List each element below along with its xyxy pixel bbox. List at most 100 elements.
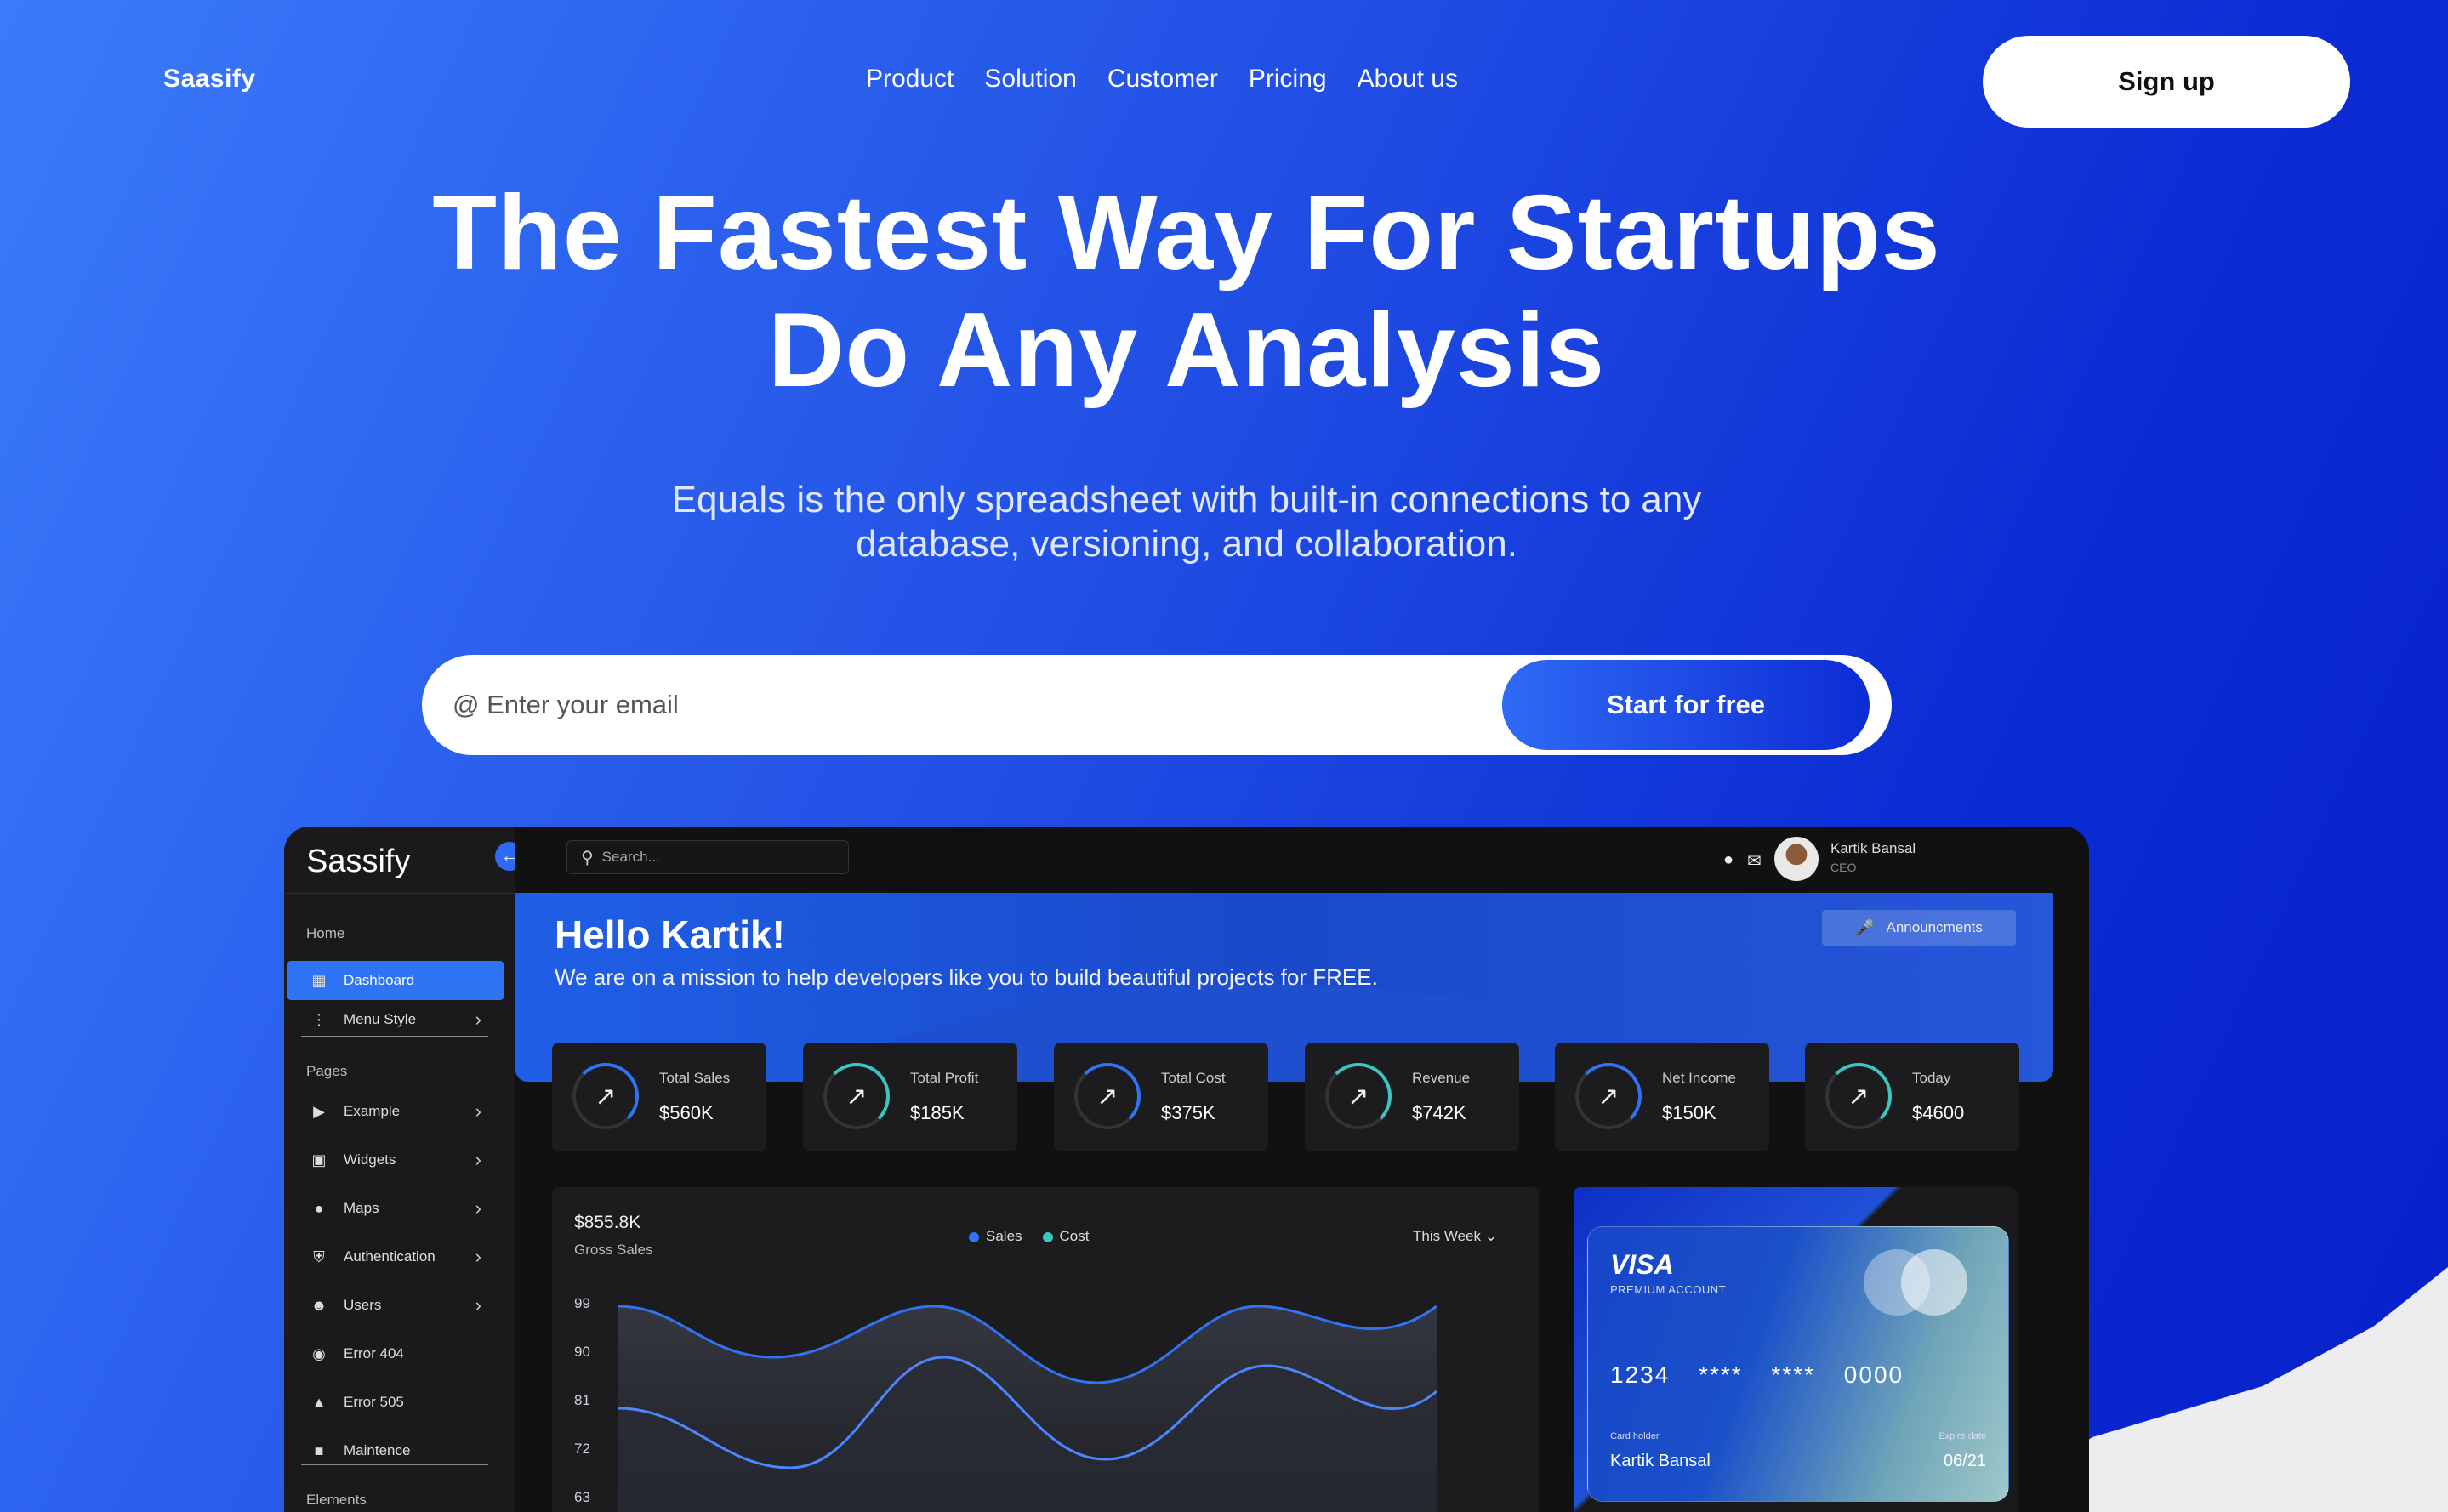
stat-card-total-cost[interactable]: ↗ Total Cost $375K <box>1054 1043 1268 1151</box>
brand-logo[interactable]: Saasify <box>163 65 256 94</box>
avatar[interactable] <box>1774 837 1819 881</box>
chevron-right-icon: › <box>475 1149 481 1170</box>
y-tick-label: 90 <box>574 1344 590 1360</box>
search-placeholder: Search... <box>601 849 660 865</box>
dashboard-sidebar: Sassify ← Home ▦ Dashboard ⋮ Menu Style … <box>284 827 524 1512</box>
sidebar-item-error-505[interactable]: ▲ Error 505 <box>287 1383 504 1422</box>
chevron-right-icon: › <box>475 1197 481 1219</box>
stat-label: Total Cost <box>1161 1070 1226 1086</box>
dashboard-topbar: ⚲ Search... ● ✉ Kartik Bansal CEO <box>515 827 2089 893</box>
sidebar-item-example[interactable]: ▶ Example › <box>287 1092 504 1131</box>
stat-card-net-income[interactable]: ↗ Net Income $150K <box>1555 1043 1769 1151</box>
users-icon: ☻ <box>310 1296 327 1314</box>
email-input[interactable] <box>453 690 1473 720</box>
sidebar-item-dashboard[interactable]: ▦ Dashboard <box>287 961 504 1000</box>
dashboard-logo[interactable]: Sassify <box>306 844 410 880</box>
bell-icon[interactable]: ● <box>1723 850 1734 870</box>
sidebar-item-label: Dashboard <box>344 972 415 988</box>
sidebar-item-label: Maintence <box>344 1442 411 1458</box>
user-name: Kartik Bansal <box>1830 840 1916 856</box>
error-icon: ◉ <box>312 1344 326 1362</box>
y-tick-label: 99 <box>574 1295 590 1311</box>
nav-link-pricing[interactable]: Pricing <box>1249 65 1327 94</box>
widget-icon: ▣ <box>311 1151 327 1168</box>
sidebar-divider <box>284 893 515 894</box>
stat-card-total-profit[interactable]: ↗ Total Profit $185K <box>803 1043 1017 1151</box>
sidebar-divider <box>301 1464 488 1465</box>
y-tick-label: 81 <box>574 1392 590 1408</box>
sidebar-item-label: Users <box>344 1297 382 1313</box>
stat-card-total-sales[interactable]: ↗ Total Sales $560K <box>552 1043 766 1151</box>
chevron-right-icon: › <box>475 1100 481 1122</box>
nav-link-solution[interactable]: Solution <box>984 65 1076 94</box>
visa-card[interactable]: VISA PREMIUM ACCOUNT 1234 **** **** 0000… <box>1587 1226 2009 1502</box>
stat-label: Today <box>1912 1070 1951 1086</box>
sidebar-item-label: Maps <box>344 1200 379 1216</box>
subhead-line-2: database, versioning, and collaboration. <box>856 523 1517 565</box>
stat-label: Total Sales <box>659 1070 731 1086</box>
stat-card-today[interactable]: ↗ Today $4600 <box>1805 1043 2019 1151</box>
card-circle-icon <box>1901 1249 1967 1316</box>
headline-line-1: The Fastest Way For Startups <box>432 174 1941 292</box>
sidebar-item-users[interactable]: ☻ Users › <box>287 1286 504 1325</box>
chevron-right-icon: › <box>475 1009 481 1030</box>
nav-link-product[interactable]: Product <box>866 65 954 94</box>
map-pin-icon: ● <box>314 1199 324 1217</box>
card-number: 1234 **** **** 0000 <box>1610 1361 1904 1388</box>
menu-style-icon: ⋮ <box>311 1010 327 1028</box>
sidebar-item-widgets[interactable]: ▣ Widgets › <box>287 1140 504 1179</box>
card-holder-label: Card holder <box>1610 1431 1660 1441</box>
subhead-line-1: Equals is the only spreadsheet with buil… <box>671 479 1702 520</box>
legend-label: Cost <box>1059 1228 1090 1244</box>
chevron-right-icon: › <box>475 1246 481 1267</box>
arrow-up-right-icon: ↗ <box>1575 1063 1642 1129</box>
card-expiry: 06/21 <box>1943 1452 1986 1470</box>
stat-label: Total Profit <box>910 1070 979 1086</box>
announcements-button[interactable]: 🎤 Announcments <box>1822 910 2016 946</box>
stat-label: Revenue <box>1412 1070 1471 1086</box>
grid-icon: ▦ <box>311 971 327 989</box>
signup-button[interactable]: Sign up <box>1983 36 2350 128</box>
nav-link-customer[interactable]: Customer <box>1107 65 1218 94</box>
chart-legend: Sales Cost <box>969 1228 1090 1245</box>
sidebar-item-label: Example <box>344 1103 401 1119</box>
legend-item-sales[interactable]: Sales <box>969 1228 1022 1245</box>
mission-text: We are on a mission to help developers l… <box>555 964 1378 990</box>
nav-link-about[interactable]: About us <box>1358 65 1458 94</box>
legend-item-cost[interactable]: Cost <box>1042 1228 1090 1245</box>
arrow-up-right-icon: ↗ <box>1074 1063 1141 1129</box>
y-tick-label: 72 <box>574 1441 590 1457</box>
cost-dot-icon <box>1042 1231 1053 1242</box>
hero-headline: The Fastest Way For Startups Do Any Anal… <box>0 174 2373 409</box>
start-for-free-button[interactable]: Start for free <box>1502 660 1870 750</box>
sidebar-item-authentication[interactable]: ⛨ Authentication › <box>287 1237 504 1276</box>
doc-icon: ■ <box>314 1441 324 1459</box>
stat-value: $185K <box>910 1102 965 1123</box>
legend-label: Sales <box>986 1228 1022 1244</box>
stat-card-revenue[interactable]: ↗ Revenue $742K <box>1305 1043 1519 1151</box>
sidebar-section-home: Home <box>306 925 345 941</box>
mail-icon[interactable]: ✉ <box>1747 850 1762 872</box>
sidebar-item-label: Authentication <box>344 1248 436 1265</box>
chevron-down-icon: ⌄ <box>1484 1228 1497 1244</box>
sidebar-item-menu-style[interactable]: ⋮ Menu Style › <box>287 1000 504 1039</box>
sidebar-item-label: Widgets <box>344 1151 396 1168</box>
card-type: PREMIUM ACCOUNT <box>1610 1283 1727 1296</box>
period-select[interactable]: This Week ⌄ <box>1413 1228 1497 1245</box>
card-expiry-label: Expire date <box>1938 1431 1986 1441</box>
stat-label: Net Income <box>1662 1070 1736 1086</box>
stat-value: $742K <box>1412 1102 1466 1123</box>
sidebar-section-pages: Pages <box>306 1063 348 1079</box>
headline-line-2: Do Any Analysis <box>767 292 1606 409</box>
stat-value: $4600 <box>1912 1102 1965 1123</box>
sales-dot-icon <box>969 1231 979 1242</box>
dashboard-preview: Sassify ← Home ▦ Dashboard ⋮ Menu Style … <box>284 827 2089 1512</box>
announcements-label: Announcments <box>1886 919 1983 935</box>
arrow-up-right-icon: ↗ <box>1325 1063 1392 1129</box>
dashboard-search-input[interactable]: ⚲ Search... <box>566 840 849 874</box>
y-tick-label: 63 <box>574 1489 590 1505</box>
sidebar-item-error-404[interactable]: ◉ Error 404 <box>287 1334 504 1373</box>
hero-subhead: Equals is the only spreadsheet with buil… <box>0 478 2373 566</box>
sidebar-item-maps[interactable]: ● Maps › <box>287 1189 504 1228</box>
warning-icon: ▲ <box>311 1393 327 1411</box>
